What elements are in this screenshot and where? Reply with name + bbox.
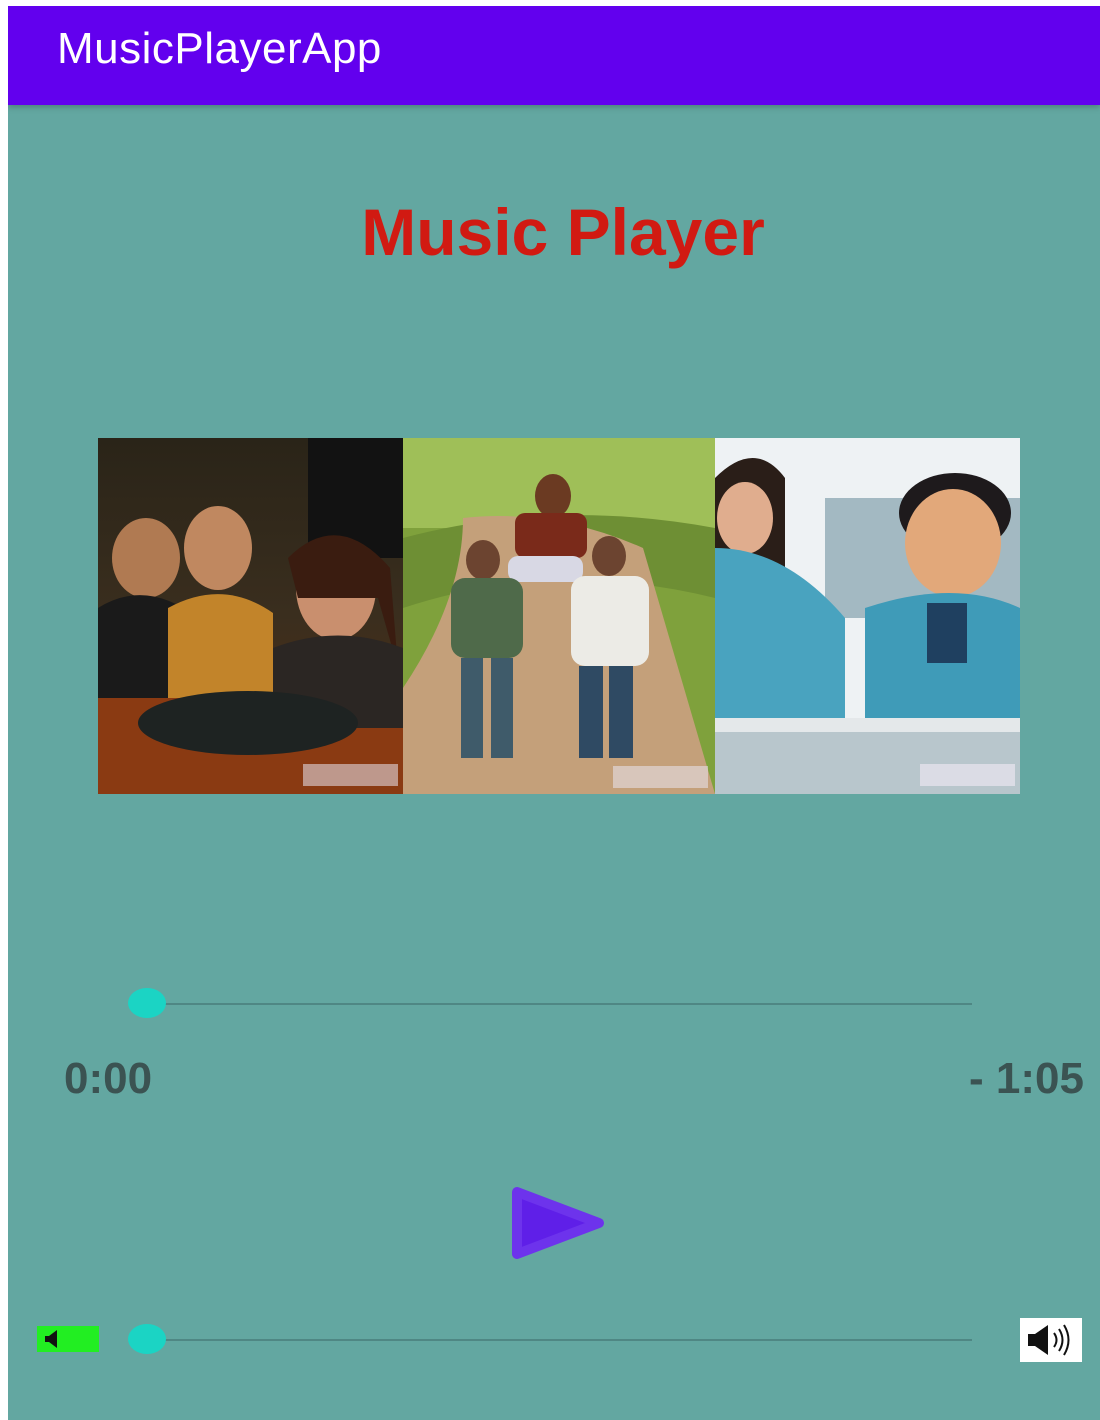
volume-high-icon [1028,1324,1070,1356]
album-photo-running-friends [403,438,715,794]
page-title: Music Player [361,195,765,269]
app-bar: MusicPlayerApp [8,6,1100,105]
music-player-screen: MusicPlayerApp Music Player 0:00 - 1:05 [8,6,1100,1420]
app-title: MusicPlayerApp [57,24,382,73]
seek-track [148,1003,972,1005]
volume-thumb[interactable] [128,1324,166,1354]
play-button[interactable] [509,1184,607,1262]
seek-thumb[interactable] [128,988,166,1018]
volume-low-icon [45,1330,57,1348]
seek-bar[interactable] [126,988,972,1020]
volume-high-button[interactable] [1020,1318,1082,1362]
volume-slider[interactable] [126,1324,972,1356]
volume-low-button[interactable] [37,1326,99,1352]
album-photo-school-friends [715,438,1020,794]
remaining-time: - 1:05 [969,1054,1084,1103]
album-photo-group-at-table [98,438,403,794]
album-art [98,438,1020,794]
volume-track [148,1339,972,1341]
elapsed-time: 0:00 [64,1054,153,1103]
play-icon [512,1187,604,1259]
